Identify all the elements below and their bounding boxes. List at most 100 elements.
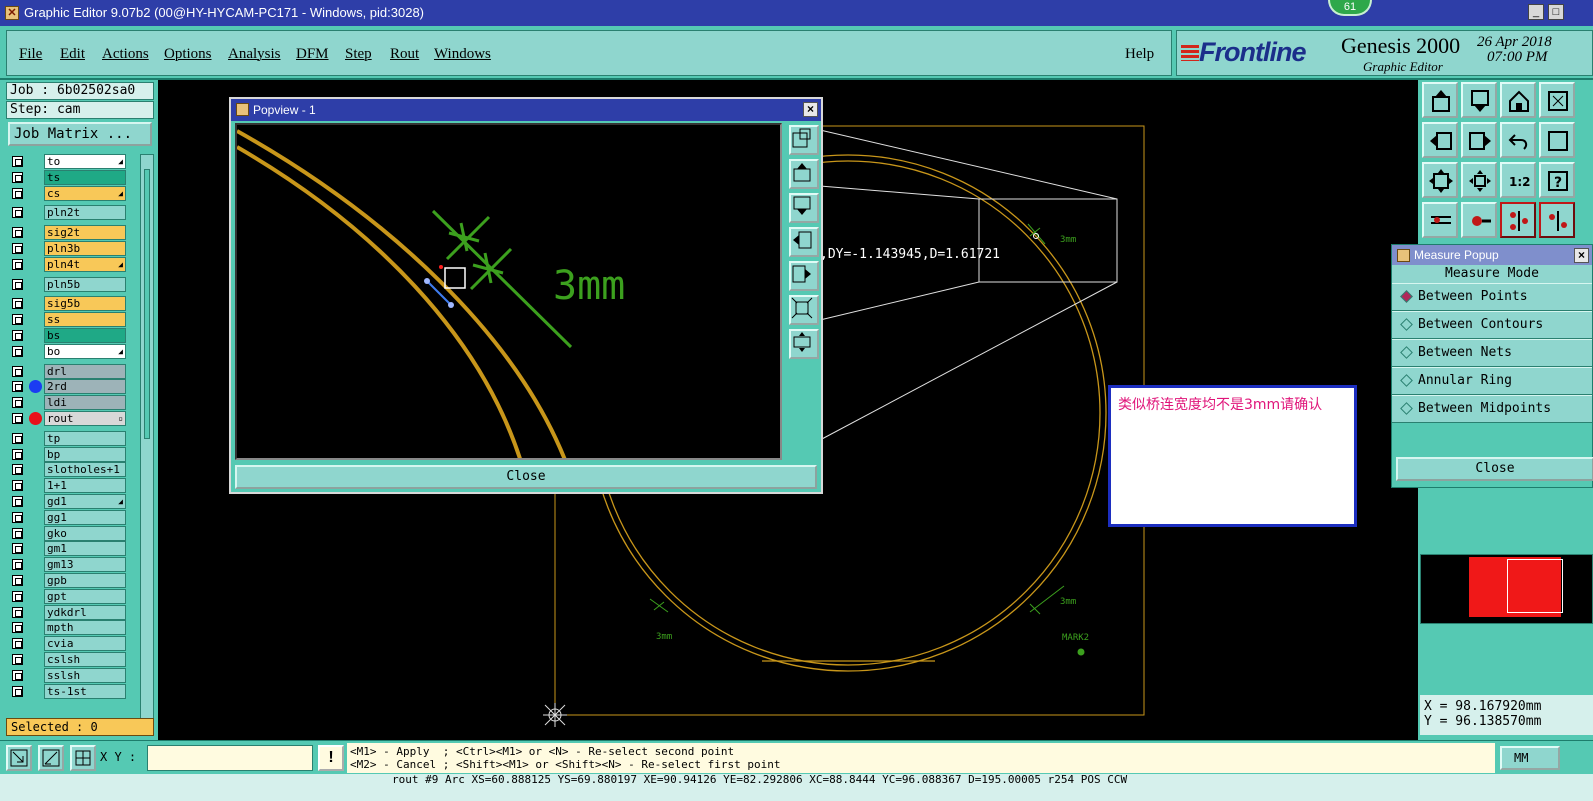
layer-row[interactable]: sslsh xyxy=(8,667,128,683)
measure-mode-icon[interactable] xyxy=(38,745,64,771)
layer-checkbox[interactable] xyxy=(12,330,23,341)
layer-checkbox[interactable] xyxy=(12,669,23,681)
layer-name[interactable]: slotholes+1 xyxy=(44,462,126,478)
menu-analysis[interactable]: Analysis xyxy=(228,46,281,63)
popview-close-button[interactable]: Close xyxy=(235,465,817,489)
menu-help[interactable]: Help xyxy=(1125,46,1154,63)
layer-checkbox[interactable] xyxy=(12,543,23,555)
layer-checkbox[interactable] xyxy=(12,365,23,377)
layer-checkbox[interactable] xyxy=(12,575,23,586)
layer-row[interactable]: gm1 xyxy=(8,541,128,557)
layer-row[interactable]: gpb xyxy=(8,573,128,588)
layer-name[interactable]: pln3b xyxy=(44,241,126,256)
net-tool-2-icon[interactable] xyxy=(1539,202,1575,238)
layer-checkbox[interactable] xyxy=(12,685,23,697)
layer-name[interactable]: ss xyxy=(44,312,126,328)
layer-name[interactable]: 2rd xyxy=(44,379,126,395)
pan-up-icon[interactable] xyxy=(789,159,819,189)
layer-name[interactable]: cvia xyxy=(44,636,126,652)
home-icon[interactable] xyxy=(1500,82,1536,118)
layer-name[interactable]: gm13 xyxy=(44,557,126,573)
zoom-home-icon[interactable] xyxy=(1461,162,1497,198)
menu-actions[interactable]: Actions xyxy=(102,46,149,63)
zoom-window-icon[interactable] xyxy=(789,125,819,155)
move-up-icon[interactable] xyxy=(1422,82,1458,118)
overview-minimap[interactable] xyxy=(1420,554,1593,624)
layer-row[interactable]: ts-1st xyxy=(8,683,128,699)
measure-option[interactable]: Between Midpoints xyxy=(1392,395,1592,423)
layer-row[interactable]: 2rd xyxy=(8,379,128,395)
xy-input[interactable] xyxy=(147,745,313,771)
layer-name[interactable]: bp xyxy=(44,446,126,462)
layer-name[interactable]: gpt xyxy=(44,588,126,604)
zoom-in-icon[interactable] xyxy=(789,295,819,325)
menu-step[interactable]: Step xyxy=(345,46,372,63)
layer-row[interactable]: gd1 ◢ xyxy=(8,494,128,509)
move-left-icon[interactable] xyxy=(1422,122,1458,158)
layer-name[interactable]: pln2t xyxy=(44,205,126,221)
layer-name[interactable]: sslsh xyxy=(44,667,126,683)
menu-edit[interactable]: Edit xyxy=(60,46,85,63)
radio-diamond-icon[interactable] xyxy=(1400,374,1413,387)
layer-name[interactable]: mpth xyxy=(44,620,126,636)
help-icon[interactable]: ? xyxy=(1539,162,1575,198)
layer-checkbox[interactable] xyxy=(12,606,23,618)
layer-name[interactable]: pln4t ◢ xyxy=(44,256,126,272)
layer-row[interactable]: tp xyxy=(8,430,128,446)
layer-row[interactable]: bs xyxy=(8,328,128,343)
radio-diamond-icon[interactable] xyxy=(1400,290,1413,303)
grid-snap-icon[interactable] xyxy=(70,745,96,771)
layer-row[interactable]: rout ▫ xyxy=(8,411,128,426)
layer-row[interactable]: pln2t xyxy=(8,205,128,221)
layer-name[interactable]: ydkdrl xyxy=(44,604,126,620)
layer-name[interactable]: rout ▫ xyxy=(44,411,126,426)
layer-name[interactable]: ts xyxy=(44,169,126,185)
layer-row[interactable]: drl xyxy=(8,363,128,379)
radio-diamond-icon[interactable] xyxy=(1400,402,1413,415)
pan-down-icon[interactable] xyxy=(789,193,819,223)
menu-rout[interactable]: Rout xyxy=(390,46,419,63)
layer-row[interactable]: cslsh xyxy=(8,652,128,667)
layer-row[interactable]: ts xyxy=(8,169,128,185)
select-mode-icon[interactable] xyxy=(6,745,32,771)
layer-checkbox[interactable] xyxy=(12,622,23,634)
layer-checkbox[interactable] xyxy=(12,480,23,492)
layer-row[interactable]: gg1 xyxy=(8,509,128,525)
measure-option[interactable]: Between Contours xyxy=(1392,311,1592,339)
layer-name[interactable]: tp xyxy=(44,430,126,446)
zoom-out-icon[interactable] xyxy=(789,329,819,359)
layer-checkbox[interactable] xyxy=(12,227,23,239)
menu-dfm[interactable]: DFM xyxy=(296,46,329,63)
layer-name[interactable]: 1+1 xyxy=(44,478,126,494)
layer-name[interactable]: sig2t xyxy=(44,225,126,241)
layer-name[interactable]: gm1 xyxy=(44,541,126,557)
layer-row[interactable]: ldi xyxy=(8,395,128,411)
undo-icon[interactable] xyxy=(1500,122,1536,158)
layer-name[interactable]: bs xyxy=(44,328,126,343)
layer-name[interactable]: cs ◢ xyxy=(44,185,126,201)
close-icon[interactable]: × xyxy=(803,102,818,117)
fit-screen-icon[interactable] xyxy=(1422,162,1458,198)
scale-1-2-icon[interactable]: 1:2 xyxy=(1500,162,1536,198)
layer-row[interactable]: cs ◢ xyxy=(8,185,128,201)
layer-row[interactable]: gpt xyxy=(8,588,128,604)
layer-row[interactable]: ss xyxy=(8,312,128,328)
layer-checkbox[interactable] xyxy=(12,527,23,539)
layer-checkbox[interactable] xyxy=(12,171,23,183)
layer-checkbox[interactable] xyxy=(12,314,23,326)
layer-name[interactable]: bo ◢ xyxy=(44,343,126,359)
layer-name[interactable]: sig5b xyxy=(44,296,126,312)
layer-checkbox[interactable] xyxy=(12,258,23,270)
move-down-icon[interactable] xyxy=(1461,82,1497,118)
layer-row[interactable]: bp xyxy=(8,446,128,462)
layer-checkbox[interactable] xyxy=(12,156,23,167)
layer-name[interactable]: gd1 ◢ xyxy=(44,494,126,509)
layer-checkbox[interactable] xyxy=(12,464,23,476)
redo-icon[interactable] xyxy=(1539,122,1575,158)
layer-name[interactable]: cslsh xyxy=(44,652,126,667)
layer-name[interactable]: gko xyxy=(44,525,126,541)
layer-checkbox[interactable] xyxy=(12,298,23,310)
layer-row[interactable]: bo ◢ xyxy=(8,343,128,359)
layer-row[interactable]: pln3b xyxy=(8,241,128,256)
layer-name[interactable]: pln5b xyxy=(44,276,126,292)
